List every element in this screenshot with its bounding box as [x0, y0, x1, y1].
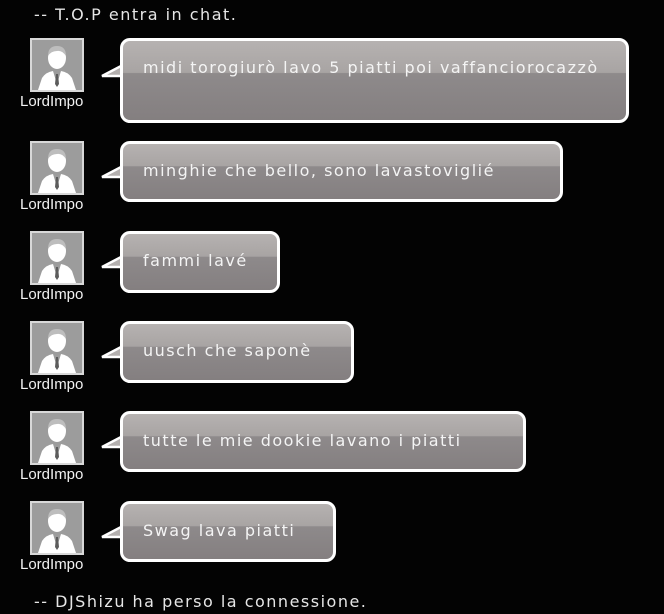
default-user-avatar-icon [32, 323, 82, 373]
avatar[interactable] [30, 501, 84, 555]
username[interactable]: LordImpo [20, 466, 100, 483]
message-text: uusch che saponè [143, 341, 312, 360]
default-user-avatar-icon [32, 40, 82, 90]
system-message-disconnect: -- DJShizu ha perso la connessione. [34, 592, 368, 611]
message-text: tutte le mie dookie lavano i piatti [143, 431, 462, 450]
message-bubble: fammi lavé [120, 231, 280, 293]
avatar[interactable] [30, 38, 84, 92]
message-text: midi torogiurò lavo 5 piatti poi vaffanc… [143, 58, 599, 77]
username[interactable]: LordImpo [20, 376, 100, 393]
message-bubble: tutte le mie dookie lavano i piatti [120, 411, 526, 472]
message-text: minghie che bello, sono lavastoviglié [143, 161, 495, 180]
message-text: fammi lavé [143, 251, 248, 270]
default-user-avatar-icon [32, 503, 82, 553]
avatar[interactable] [30, 411, 84, 465]
default-user-avatar-icon [32, 233, 82, 283]
username[interactable]: LordImpo [20, 556, 100, 573]
avatar[interactable] [30, 321, 84, 375]
username[interactable]: LordImpo [20, 286, 100, 303]
message-bubble: Swag lava piatti [120, 501, 336, 562]
username[interactable]: LordImpo [20, 196, 100, 213]
system-message-join: -- T.O.P entra in chat. [34, 5, 238, 24]
message-bubble: midi torogiurò lavo 5 piatti poi vaffanc… [120, 38, 629, 123]
default-user-avatar-icon [32, 413, 82, 463]
avatar[interactable] [30, 231, 84, 285]
avatar[interactable] [30, 141, 84, 195]
username[interactable]: LordImpo [20, 93, 100, 110]
message-text: Swag lava piatti [143, 521, 296, 540]
default-user-avatar-icon [32, 143, 82, 193]
message-bubble: minghie che bello, sono lavastoviglié [120, 141, 563, 202]
message-bubble: uusch che saponè [120, 321, 354, 383]
